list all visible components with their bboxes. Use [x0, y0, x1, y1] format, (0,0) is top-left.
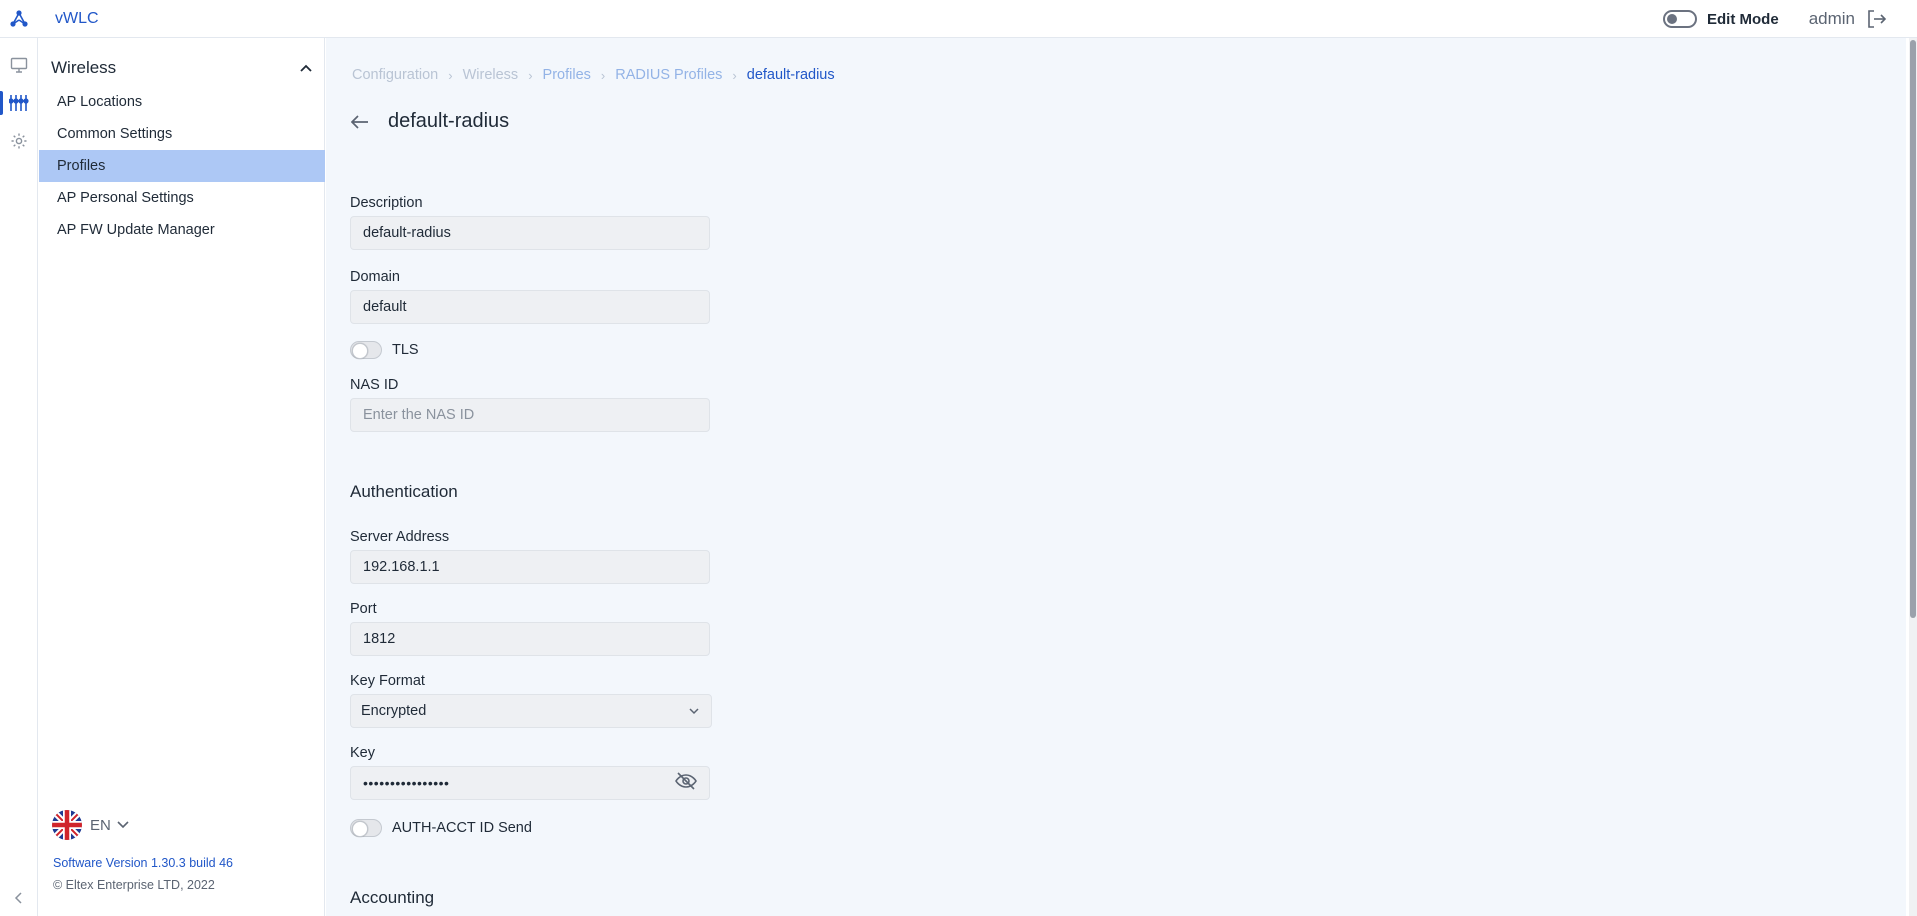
sidebar-item-ap-personal-settings[interactable]: AP Personal Settings [39, 182, 325, 214]
accounting-section-title: Accounting [350, 888, 435, 907]
key-input[interactable]: •••••••••••••••• [350, 766, 710, 800]
key-label: Key [350, 745, 375, 761]
auth-acct-row: AUTH-ACCT ID Send [350, 819, 532, 837]
edit-mode-toggle[interactable] [1663, 10, 1698, 28]
software-version: Software Version 1.30.3 build 46 [53, 856, 233, 870]
sidebar-item-label: Common Settings [57, 126, 173, 142]
sidebar-list: AP Locations Common Settings Profiles AP… [39, 86, 325, 246]
breadcrumb-radius-profiles[interactable]: RADIUS Profiles [615, 67, 722, 83]
main-content: Configuration › Wireless › Profiles › RA… [326, 38, 1906, 916]
copyright: © Eltex Enterprise LTD, 2022 [53, 878, 215, 892]
collapse-chevron-left-icon[interactable] [0, 888, 38, 908]
sidebar-item-profiles[interactable]: Profiles [39, 150, 325, 182]
tls-toggle[interactable] [350, 341, 382, 359]
auth-acct-toggle[interactable] [350, 819, 382, 837]
page-title: default-radius [388, 110, 510, 132]
sidebar-item-common-settings[interactable]: Common Settings [39, 118, 325, 150]
sidebar-item-label: AP FW Update Manager [57, 222, 215, 238]
sidebar-item-label: Profiles [57, 158, 106, 174]
sidebar-item-ap-fw-update-manager[interactable]: AP FW Update Manager [39, 214, 325, 246]
breadcrumb-separator-icon: › [528, 67, 533, 83]
gear-icon[interactable] [0, 126, 38, 156]
logout-icon[interactable] [1865, 8, 1887, 30]
top-bar: vWLC Edit Mode admin [0, 0, 1917, 38]
monitor-icon[interactable] [0, 50, 38, 80]
auth-acct-label: AUTH-ACCT ID Send [392, 820, 532, 836]
description-input[interactable] [350, 216, 710, 250]
key-format-value: Encrypted [361, 703, 427, 719]
sidebar-item-label: AP Personal Settings [57, 190, 194, 206]
tls-row: TLS [350, 341, 419, 359]
port-label: Port [350, 601, 377, 617]
server-address-input[interactable] [350, 550, 710, 584]
nas-id-input[interactable] [350, 398, 710, 432]
key-format-select[interactable]: Encrypted [350, 694, 712, 728]
chevron-down-icon [117, 821, 129, 829]
sidebar: Wireless AP Locations Common Settings Pr… [39, 38, 325, 916]
chevron-up-icon[interactable] [299, 60, 313, 77]
breadcrumb-current: default-radius [746, 67, 835, 83]
breadcrumb-profiles[interactable]: Profiles [543, 67, 591, 83]
language-code: EN [90, 816, 111, 834]
configuration-icon[interactable] [0, 88, 38, 118]
sidebar-section-title: Wireless [51, 58, 117, 77]
key-format-label: Key Format [350, 673, 425, 689]
tls-label: TLS [392, 342, 419, 358]
sidebar-item-label: AP Locations [57, 94, 143, 110]
key-masked-value: •••••••••••••••• [363, 775, 450, 791]
sidebar-section-header[interactable]: Wireless [51, 58, 313, 78]
breadcrumb-configuration[interactable]: Configuration [352, 67, 438, 83]
chevron-down-icon [689, 703, 699, 719]
nas-id-label: NAS ID [350, 377, 399, 393]
main-scrollbar[interactable] [1909, 38, 1917, 916]
description-label: Description [350, 195, 423, 211]
scrollbar-thumb[interactable] [1910, 40, 1916, 618]
edit-mode-label: Edit Mode [1707, 10, 1779, 28]
domain-label: Domain [350, 269, 400, 285]
user-name: admin [1808, 9, 1855, 28]
breadcrumb: Configuration › Wireless › Profiles › RA… [352, 67, 835, 83]
authentication-section-title: Authentication [350, 482, 458, 501]
app-title[interactable]: vWLC [55, 10, 99, 28]
page-header: default-radius [350, 110, 509, 133]
uk-flag-icon [52, 810, 82, 840]
app-logo-icon[interactable] [0, 0, 38, 38]
language-selector[interactable]: EN [52, 810, 129, 840]
eye-off-icon[interactable] [675, 772, 697, 794]
breadcrumb-separator-icon: › [600, 67, 606, 83]
port-input[interactable] [350, 622, 710, 656]
breadcrumb-wireless[interactable]: Wireless [463, 67, 519, 83]
left-rail [0, 38, 38, 916]
back-arrow-icon[interactable] [350, 112, 370, 132]
server-address-label: Server Address [350, 529, 450, 545]
sidebar-item-ap-locations[interactable]: AP Locations [39, 86, 325, 118]
breadcrumb-separator-icon: › [448, 67, 453, 83]
domain-input[interactable] [350, 290, 710, 324]
breadcrumb-separator-icon: › [732, 67, 737, 83]
